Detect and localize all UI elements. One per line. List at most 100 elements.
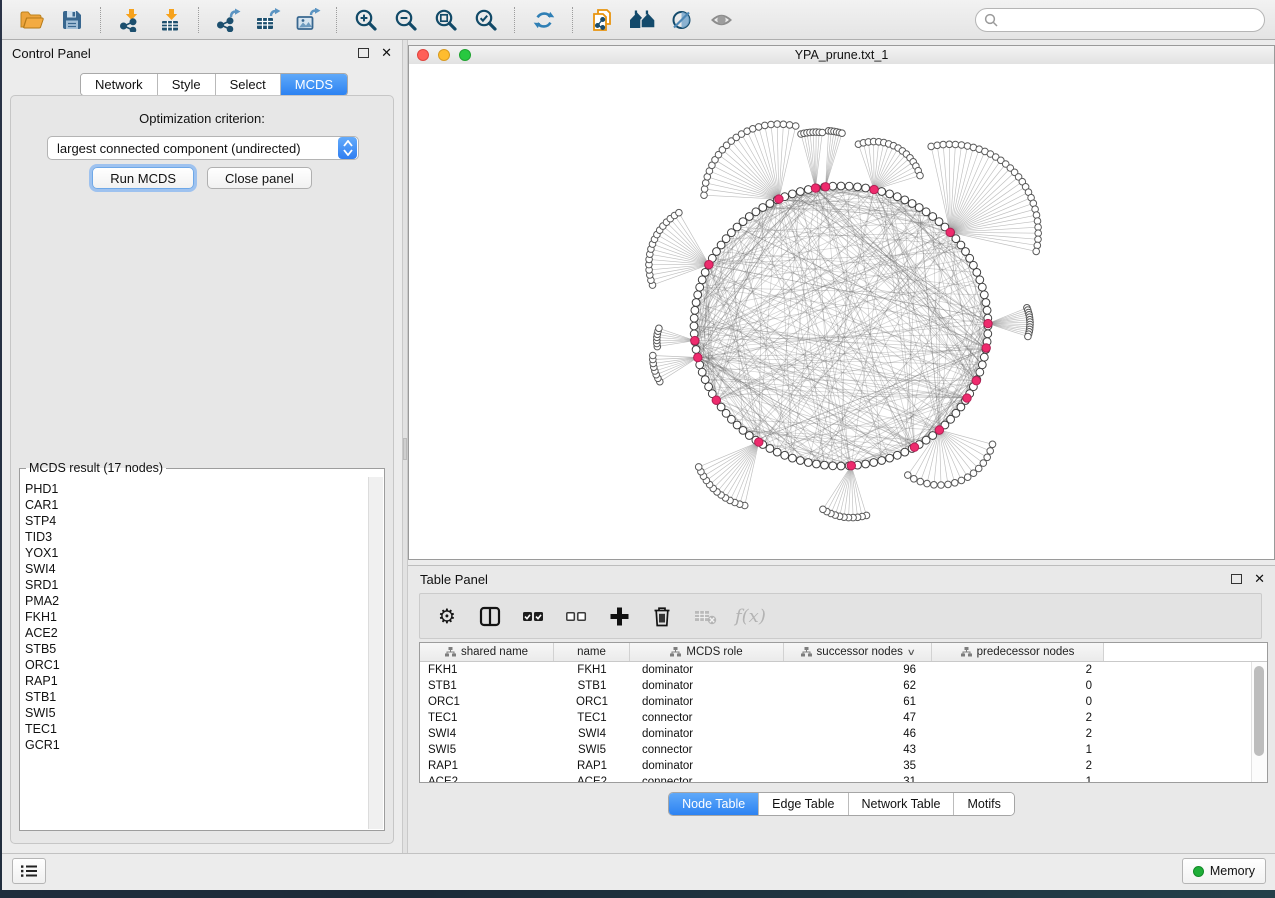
table-scrollbar[interactable]	[1251, 662, 1267, 782]
network-node[interactable]	[701, 376, 709, 384]
sort-menu-icon[interactable]: ∨	[907, 647, 916, 658]
network-node[interactable]	[786, 122, 793, 129]
network-node[interactable]	[922, 436, 930, 444]
network-node[interactable]	[917, 478, 924, 485]
zoom-out-button[interactable]	[391, 6, 421, 34]
run-mcds-button[interactable]: Run MCDS	[92, 167, 194, 189]
import-network-button[interactable]	[115, 6, 145, 34]
table-scrollbar-thumb[interactable]	[1254, 666, 1264, 756]
network-node-selected[interactable]	[935, 426, 943, 434]
network-node[interactable]	[690, 314, 698, 322]
network-node[interactable]	[958, 142, 965, 149]
network-node[interactable]	[656, 325, 663, 332]
zoom-selected-button[interactable]	[471, 6, 501, 34]
network-node[interactable]	[773, 448, 781, 456]
network-node[interactable]	[911, 476, 918, 483]
network-node-selected[interactable]	[755, 438, 763, 446]
table-row[interactable]: STB1STB1dominator620	[420, 678, 1267, 694]
search-box[interactable]	[975, 8, 1265, 32]
select-all-button[interactable]	[520, 603, 546, 629]
mcds-result-item[interactable]: RAP1	[25, 673, 369, 689]
show-graphics-details-button[interactable]	[667, 6, 697, 34]
network-node[interactable]	[886, 190, 894, 198]
mcds-result-item[interactable]: YOX1	[25, 545, 369, 561]
mcds-result-item[interactable]: FKH1	[25, 609, 369, 625]
deselect-all-button[interactable]	[563, 603, 589, 629]
network-node-selected[interactable]	[694, 353, 702, 361]
network-node[interactable]	[1033, 248, 1040, 255]
zoom-fit-button[interactable]	[431, 6, 461, 34]
network-node-selected[interactable]	[775, 195, 783, 203]
network-node[interactable]	[976, 276, 984, 284]
network-node[interactable]	[862, 460, 870, 468]
mcds-result-item[interactable]: GCR1	[25, 737, 369, 753]
network-node-selected[interactable]	[982, 344, 990, 352]
network-node[interactable]	[759, 204, 767, 212]
mcds-result-item[interactable]: CAR1	[25, 497, 369, 513]
network-node[interactable]	[1025, 333, 1032, 340]
network-node[interactable]	[976, 368, 984, 376]
network-node[interactable]	[774, 121, 781, 128]
network-node[interactable]	[792, 123, 799, 130]
network-node[interactable]	[701, 186, 708, 193]
network-node[interactable]	[952, 141, 959, 148]
network-node[interactable]	[813, 460, 821, 468]
zoom-in-button[interactable]	[351, 6, 381, 34]
network-node[interactable]	[762, 122, 769, 129]
network-node[interactable]	[698, 368, 706, 376]
network-node[interactable]	[1034, 242, 1041, 249]
network-node[interactable]	[789, 454, 797, 462]
export-table-button[interactable]	[253, 6, 283, 34]
network-node[interactable]	[893, 451, 901, 459]
network-node[interactable]	[893, 193, 901, 201]
table-row[interactable]: FKH1FKH1dominator962	[420, 662, 1267, 678]
mcds-result-item[interactable]: PHD1	[25, 481, 369, 497]
float-panel-icon[interactable]	[358, 48, 369, 58]
network-node[interactable]	[819, 129, 826, 136]
network-node[interactable]	[676, 209, 683, 216]
network-node[interactable]	[987, 448, 994, 455]
network-canvas[interactable]	[409, 64, 1275, 559]
network-node[interactable]	[781, 451, 789, 459]
network-node[interactable]	[928, 143, 935, 150]
network-node[interactable]	[901, 448, 909, 456]
network-node[interactable]	[924, 480, 931, 487]
network-node[interactable]	[780, 121, 787, 128]
task-history-button[interactable]	[12, 858, 46, 884]
network-node[interactable]	[766, 445, 774, 453]
search-input[interactable]	[1003, 12, 1256, 28]
network-node[interactable]	[796, 188, 804, 196]
network-node-selected[interactable]	[946, 228, 954, 236]
tab-network-table[interactable]: Network Table	[848, 793, 954, 815]
close-table-panel-icon[interactable]: ✕	[1254, 571, 1265, 587]
network-node[interactable]	[915, 204, 923, 212]
close-panel-button[interactable]: Close panel	[207, 167, 312, 189]
memory-button[interactable]: Memory	[1182, 858, 1266, 884]
network-node[interactable]	[878, 457, 886, 465]
network-node-selected[interactable]	[705, 260, 713, 268]
tab-network[interactable]: Network	[81, 74, 157, 95]
network-node-selected[interactable]	[984, 319, 992, 327]
table-row[interactable]: SWI4SWI4dominator462	[420, 726, 1267, 742]
float-table-panel-icon[interactable]	[1231, 574, 1242, 584]
network-node[interactable]	[696, 283, 704, 291]
network-node[interactable]	[970, 261, 978, 269]
delete-table-button-disabled[interactable]	[692, 603, 718, 629]
network-node-selected[interactable]	[691, 336, 699, 344]
network-node-selected[interactable]	[847, 462, 855, 470]
splitter-grip[interactable]	[403, 438, 407, 460]
network-node[interactable]	[695, 464, 702, 471]
network-node[interactable]	[690, 322, 698, 330]
network-node[interactable]	[854, 183, 862, 191]
network-node[interactable]	[984, 330, 992, 338]
network-node[interactable]	[692, 346, 700, 354]
hide-details-button[interactable]	[707, 6, 737, 34]
mcds-result-item[interactable]: STB1	[25, 689, 369, 705]
network-node[interactable]	[980, 291, 988, 299]
network-node[interactable]	[958, 477, 965, 484]
network-node[interactable]	[917, 172, 924, 179]
network-node[interactable]	[650, 352, 657, 359]
network-node[interactable]	[766, 200, 774, 208]
network-node-selected[interactable]	[821, 183, 829, 191]
network-node[interactable]	[938, 482, 945, 489]
